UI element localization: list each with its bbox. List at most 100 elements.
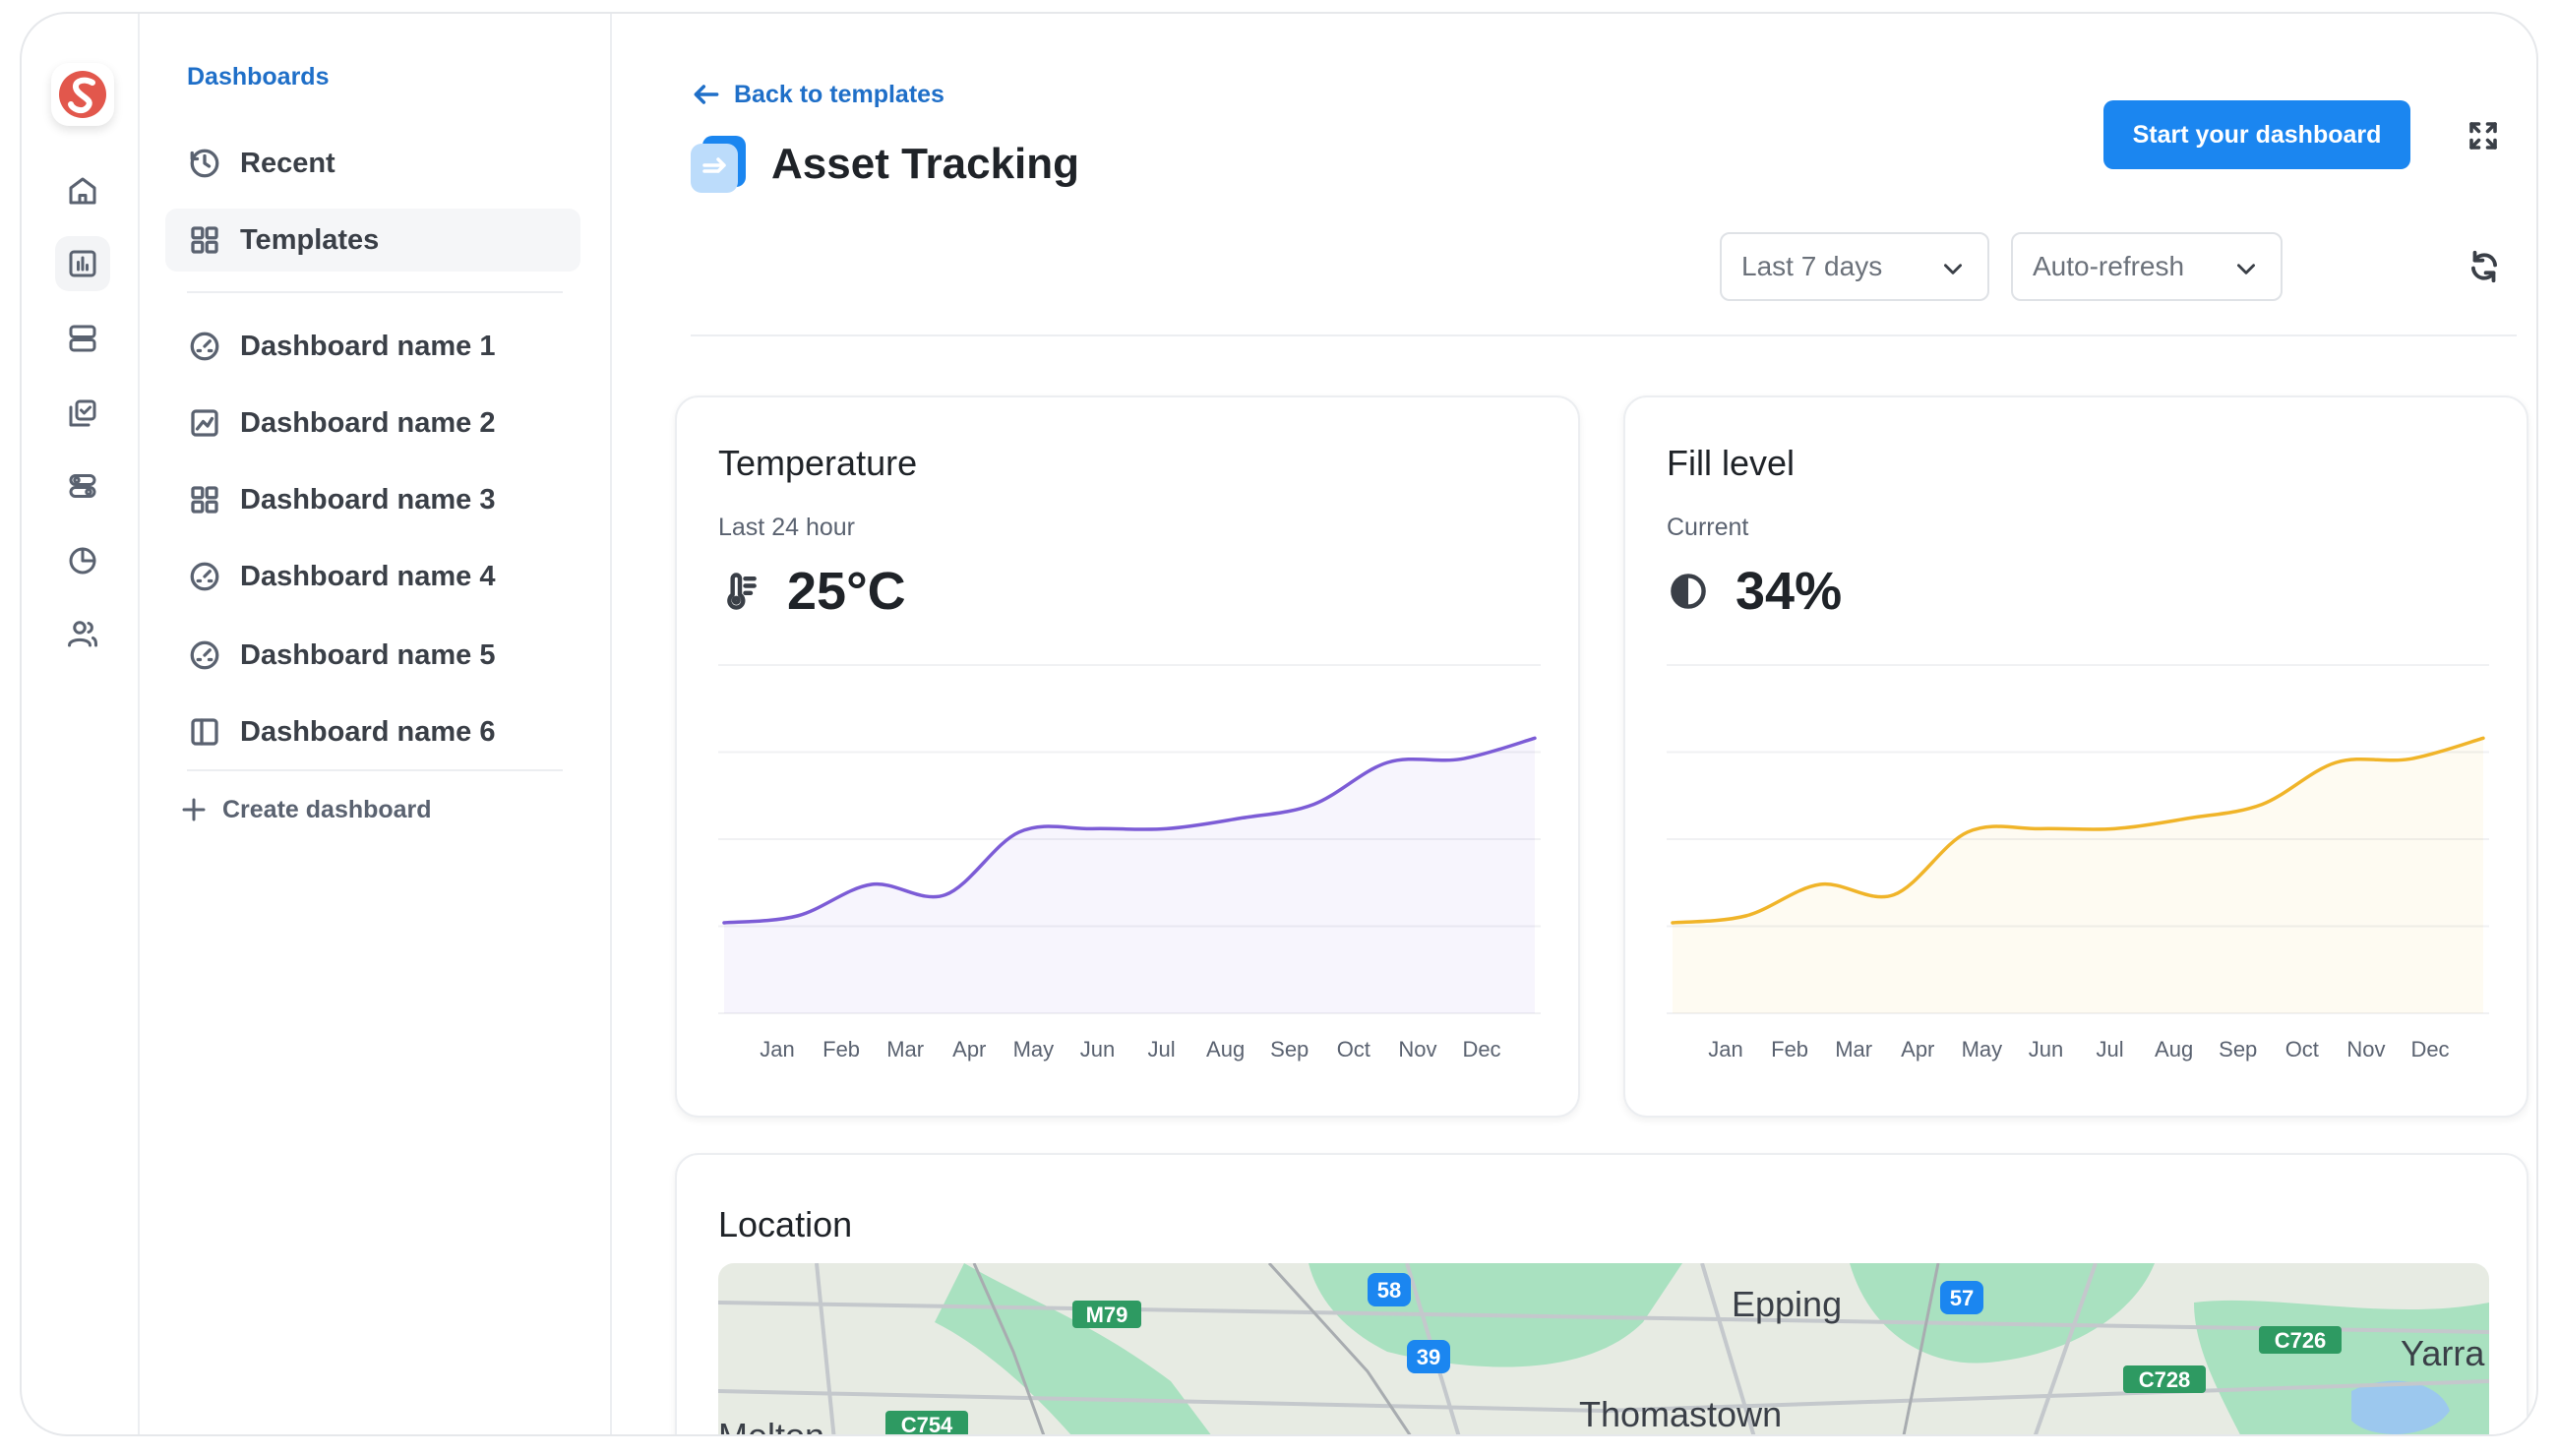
panel-icon <box>191 718 218 746</box>
sidebar-item-templates[interactable]: Templates <box>165 209 580 272</box>
x-tick-label: Oct <box>2285 1037 2319 1062</box>
start-dashboard-button[interactable]: Start your dashboard <box>2103 100 2410 169</box>
page-title: Asset Tracking <box>771 140 1080 188</box>
arrow-left-icon <box>694 85 719 104</box>
bar-chart-icon <box>69 250 96 277</box>
rail-home-button[interactable] <box>55 163 110 218</box>
chart-image-icon <box>191 409 218 437</box>
map-label-58: 58 <box>1377 1278 1401 1303</box>
users-icon <box>68 621 97 647</box>
sidebar-item-label: Dashboard name 5 <box>240 638 496 671</box>
fill-level-card: Fill level Current 34% Jan Feb Mar Apr May Ju… <box>1623 395 2528 1118</box>
series-area <box>724 738 1535 1013</box>
sidebar-item-dashboard-4[interactable]: Dashboard name 4 <box>165 545 580 608</box>
clock-icon <box>190 149 219 178</box>
location-map[interactable]: M79 58 39 57 C728 C726 C754 Epping Thoma… <box>718 1263 2489 1436</box>
rail-tasks-button[interactable] <box>55 386 110 441</box>
fullscreen-button[interactable] <box>2462 114 2505 157</box>
temperature-metric: 25°C <box>718 561 906 622</box>
gauge-icon <box>190 562 219 591</box>
auto-refresh-value: Auto-refresh <box>2033 251 2185 281</box>
map-label-m79: M79 <box>1086 1303 1128 1327</box>
map-label-39: 39 <box>1417 1345 1440 1369</box>
rail-integrations-button[interactable] <box>55 458 110 514</box>
sidebar-item-label: Dashboard name 4 <box>240 560 496 592</box>
home-icon <box>69 177 96 205</box>
x-tick-label: Nov <box>1398 1037 1436 1062</box>
sidebar-item-label: Templates <box>240 223 380 256</box>
x-tick-label: Jan <box>760 1037 794 1062</box>
map-label-thomastown: Thomastown <box>1579 1394 1782 1434</box>
map-label-c728: C728 <box>2139 1367 2191 1392</box>
thermometer-icon <box>727 573 757 610</box>
map-label-c726: C726 <box>2275 1328 2327 1353</box>
x-tick-label: Dec <box>2410 1037 2449 1062</box>
sidebar-item-dashboard-1[interactable]: Dashboard name 1 <box>165 315 580 378</box>
asset-tracking-icon <box>691 136 746 193</box>
sidebar-divider <box>187 769 563 771</box>
x-tick-label: Nov <box>2346 1037 2385 1062</box>
refresh-button[interactable] <box>2462 244 2507 289</box>
temperature-subtitle: Last 24 hour <box>718 514 855 541</box>
toggles-icon <box>69 474 96 498</box>
sidebar-item-label: Recent <box>240 147 335 179</box>
temperature-card: Temperature Last 24 hour 25°C Jan Feb Mar A… <box>675 395 1580 1118</box>
create-dashboard-button[interactable]: Create dashboard <box>179 795 432 824</box>
sidebar-item-recent[interactable]: Recent <box>165 132 580 195</box>
dashboards-sidebar: Dashboards Recent Templates Dashboard na… <box>140 14 612 1434</box>
sidebar-title: Dashboards <box>187 63 330 91</box>
app-logo[interactable] <box>51 63 114 126</box>
chevron-down-icon <box>2237 264 2255 274</box>
app-window: Dashboards Recent Templates Dashboard na… <box>20 12 2538 1436</box>
create-dashboard-label: Create dashboard <box>222 795 432 823</box>
sidebar-item-dashboard-2[interactable]: Dashboard name 2 <box>165 392 580 455</box>
x-tick-label: Sep <box>2219 1037 2257 1062</box>
grid-icon <box>191 486 218 514</box>
sidebar-item-dashboard-5[interactable]: Dashboard name 5 <box>165 624 580 687</box>
sidebar-item-dashboard-3[interactable]: Dashboard name 3 <box>165 468 580 531</box>
back-to-templates-link[interactable]: Back to templates <box>691 79 944 110</box>
x-tick-label: Sep <box>1270 1037 1309 1062</box>
map-label-epping: Epping <box>1732 1284 1842 1324</box>
location-title: Location <box>718 1204 853 1244</box>
expand-icon <box>2469 122 2497 150</box>
sidebar-item-dashboard-6[interactable]: Dashboard name 6 <box>165 700 580 763</box>
x-tick-label: Aug <box>2155 1037 2193 1062</box>
gauge-icon <box>190 332 219 361</box>
map-label-c754: C754 <box>901 1413 953 1436</box>
fill-level-chart: Jan Feb Mar Apr May Jun Jul Aug Sep Oct Nov Dec <box>1667 664 2489 1062</box>
x-tick-label: Jun <box>2029 1037 2063 1062</box>
sidebar-item-label: Dashboard name 2 <box>240 406 496 439</box>
auto-refresh-select[interactable]: Auto-refresh <box>2011 232 2283 301</box>
logo-icon <box>59 71 106 118</box>
fill-level-metric: 34% <box>1667 561 1842 622</box>
grid-icon <box>191 226 218 254</box>
chevron-down-icon <box>1944 264 1962 274</box>
half-circle-icon <box>1671 574 1706 609</box>
rail-reports-button[interactable] <box>55 533 110 588</box>
pie-chart-icon <box>69 547 96 575</box>
rail-users-button[interactable] <box>55 606 110 661</box>
temperature-chart: Jan Feb Mar Apr May Jun Jul Aug Sep Oct Nov Dec <box>718 664 1541 1062</box>
temperature-value: 25°C <box>787 562 906 621</box>
fill-level-value: 34% <box>1736 562 1843 621</box>
x-tick-label: Apr <box>952 1037 986 1062</box>
x-tick-label: Dec <box>1462 1037 1500 1062</box>
checklist-icon <box>69 399 96 427</box>
map-label-yarra: Yarra <box>2401 1333 2485 1373</box>
x-tick-label: Jul <box>2096 1037 2123 1062</box>
x-tick-label: Mar <box>886 1037 924 1062</box>
rail-storage-button[interactable] <box>55 311 110 366</box>
database-icon <box>69 325 96 352</box>
refresh-icon <box>2471 250 2497 283</box>
date-range-value: Last 7 days <box>1741 251 1883 281</box>
rail-dashboards-button[interactable] <box>55 236 110 291</box>
date-range-select[interactable]: Last 7 days <box>1720 232 1989 301</box>
plus-icon <box>182 798 206 821</box>
x-tick-label: May <box>1962 1037 2003 1062</box>
x-tick-label: Oct <box>1337 1037 1370 1062</box>
fill-level-title: Fill level <box>1667 443 1796 483</box>
x-tick-label: Feb <box>822 1037 860 1062</box>
sidebar-item-label: Dashboard name 6 <box>240 715 496 748</box>
x-tick-label: Jul <box>1147 1037 1175 1062</box>
